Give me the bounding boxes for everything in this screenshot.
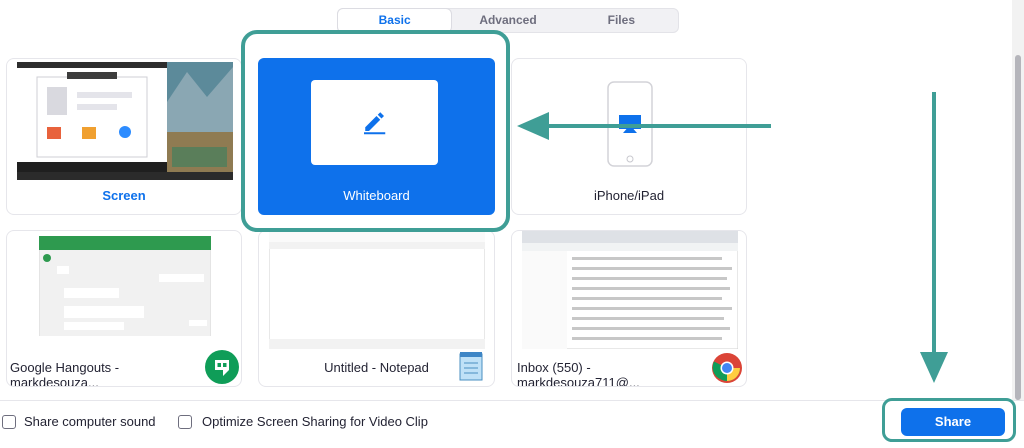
hangouts-window-thumbnail (39, 236, 211, 350)
tab-advanced[interactable]: Advanced (451, 9, 564, 32)
tab-files[interactable]: Files (565, 9, 678, 32)
optimize-video-checkbox[interactable] (178, 415, 192, 429)
chrome-icon (711, 352, 743, 384)
share-tile-hangouts[interactable]: Google Hangouts - markdesouza... (6, 230, 242, 387)
share-tile-label: Inbox (550) - markdesouza711@... (517, 360, 640, 387)
hangouts-icon (205, 350, 239, 384)
share-tile-inbox[interactable]: Inbox (550) - markdesouza711@... (511, 230, 747, 387)
share-tile-iphone-ipad[interactable]: iPhone/iPad (511, 58, 747, 215)
notepad-window-thumbnail (269, 231, 485, 349)
share-sound-checkbox[interactable] (2, 415, 16, 429)
share-tile-label: Google Hangouts - markdesouza... (10, 360, 120, 387)
share-tile-label: Screen (102, 188, 146, 203)
share-button[interactable]: Share (901, 408, 1005, 436)
notepad-icon (458, 350, 486, 382)
iphone-airplay-icon (607, 81, 653, 167)
tab-basic[interactable]: Basic (338, 9, 452, 32)
screen-thumbnail (17, 62, 233, 180)
share-screen-dialog: Basic Advanced Files Screen Whiteboard i… (0, 0, 1024, 448)
whiteboard-highlight-annotation (241, 30, 510, 232)
share-sound-label: Share computer sound (24, 414, 156, 429)
share-tile-notepad[interactable]: Untitled - Notepad (258, 230, 495, 387)
scrollbar-thumb[interactable] (1015, 55, 1021, 400)
optimize-video-label: Optimize Screen Sharing for Video Clip (202, 414, 428, 429)
share-tile-screen[interactable]: Screen (6, 58, 242, 215)
tile-scrollbar[interactable] (1012, 0, 1024, 400)
share-tile-label: iPhone/iPad (593, 188, 665, 203)
inbox-window-thumbnail (522, 231, 738, 349)
